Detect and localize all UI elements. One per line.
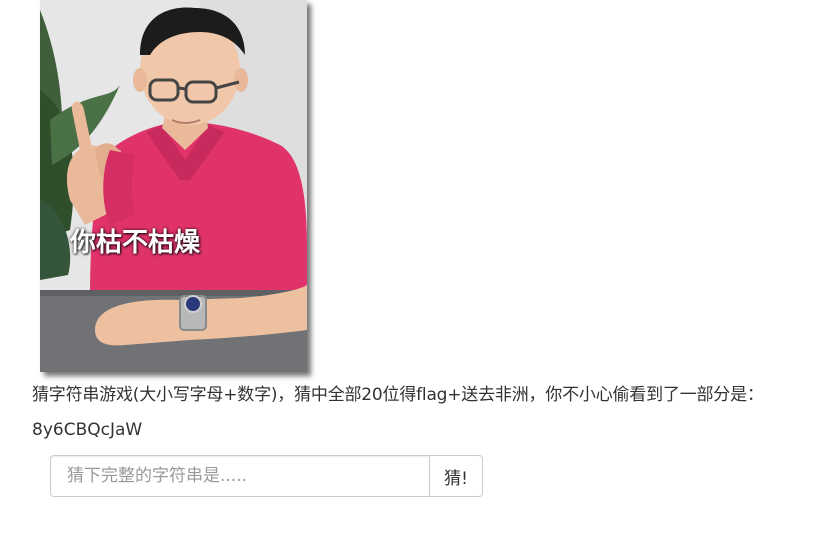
- partial-string: 8y6CBQcJaW: [32, 420, 143, 440]
- meme-caption: 你枯不枯燥: [70, 228, 201, 258]
- meme-photo: [40, 0, 307, 372]
- game-hint-text: 猜字符串游戏(大小写字母+数字)，猜中全部20位得flag+送去非洲，你不小心偷…: [32, 385, 764, 405]
- guess-input[interactable]: [50, 455, 429, 497]
- meme-image: 你枯不枯燥: [40, 0, 307, 372]
- guess-form: 猜!: [50, 455, 483, 497]
- guess-button[interactable]: 猜!: [429, 455, 483, 497]
